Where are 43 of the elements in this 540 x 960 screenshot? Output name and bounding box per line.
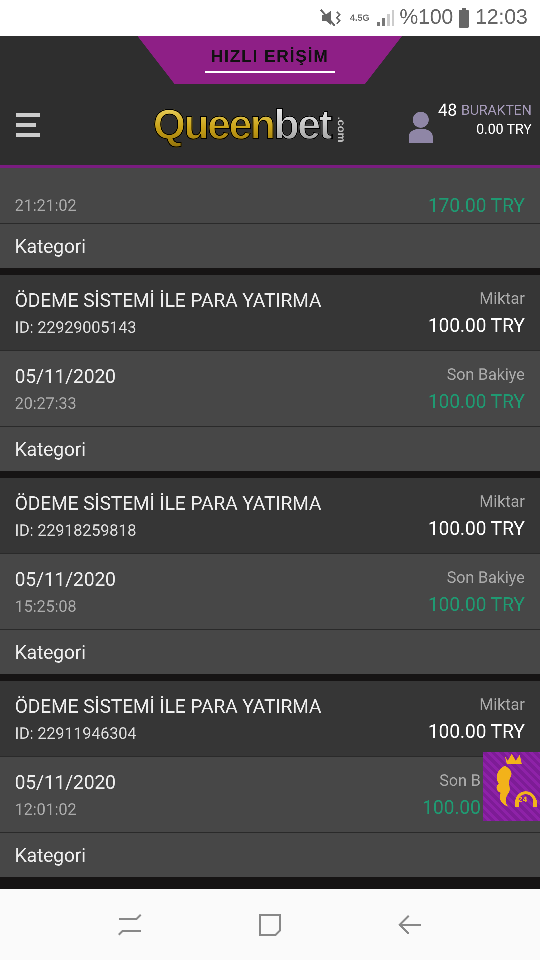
back-icon[interactable] [397, 912, 423, 936]
user-icon[interactable] [408, 110, 434, 142]
category-row[interactable]: Kategori [0, 833, 540, 877]
transaction-id: ID: 22929005143 [15, 318, 138, 336]
home-icon[interactable] [257, 912, 283, 938]
transaction-id: ID: 22911946304 [15, 724, 138, 742]
amount-label: Miktar [480, 492, 525, 510]
category-row[interactable]: Kategori [0, 630, 540, 674]
amount: 100.00 TRY [428, 314, 525, 336]
transaction-date: 05/11/2020 [15, 364, 116, 388]
transaction-time: 15:25:08 [15, 596, 78, 616]
transaction-time: 12:01:02 [15, 800, 78, 818]
transaction-date: 05/11/2020 [15, 770, 116, 794]
transaction-title: ÖDEME SİSTEMİ İLE PARA YATIRMA [15, 694, 322, 718]
battery-percent: %100 [400, 6, 454, 30]
transaction-title: ÖDEME SİSTEMİ İLE PARA YATIRMA [15, 288, 322, 312]
balance-amount: 170.00 TRY [428, 194, 525, 217]
category-row[interactable]: Kategori [0, 427, 540, 471]
recent-apps-icon[interactable] [117, 912, 143, 936]
transaction-time: 20:27:33 [15, 394, 78, 412]
amount: 100.00 TRY [428, 516, 525, 540]
balance-amount: 100.00 TRY [428, 592, 525, 616]
transaction-id: ID: 22918259818 [15, 520, 138, 540]
transaction-time: 21:21:02 [15, 196, 77, 215]
signal-icon [376, 9, 394, 27]
balance-amount: 100.00 TRY [428, 390, 525, 412]
amount-label: Miktar [480, 694, 525, 714]
transaction-title: ÖDEME SİSTEMİ İLE PARA YATIRMA [15, 492, 322, 514]
category-row[interactable]: Kategori [0, 224, 540, 268]
battery-icon [459, 8, 470, 28]
balance-label: Son B [440, 770, 481, 790]
transaction-date: 05/11/2020 [15, 568, 116, 590]
user-count: 48 [438, 100, 458, 120]
balance-label: Son Bakiye [446, 568, 525, 586]
balance-label: Son Bakiye [446, 364, 525, 384]
network-type: 4.5G [350, 14, 370, 22]
amount: 100.00 TRY [428, 720, 525, 742]
balance-amount: 100.00 [422, 796, 481, 818]
menu-icon[interactable] [14, 112, 42, 138]
amount-label: Miktar [480, 288, 525, 308]
clock: 12:03 [475, 6, 528, 30]
user-balance: 0.00 TRY [476, 122, 532, 138]
username[interactable]: BURAKTEN [461, 102, 532, 118]
